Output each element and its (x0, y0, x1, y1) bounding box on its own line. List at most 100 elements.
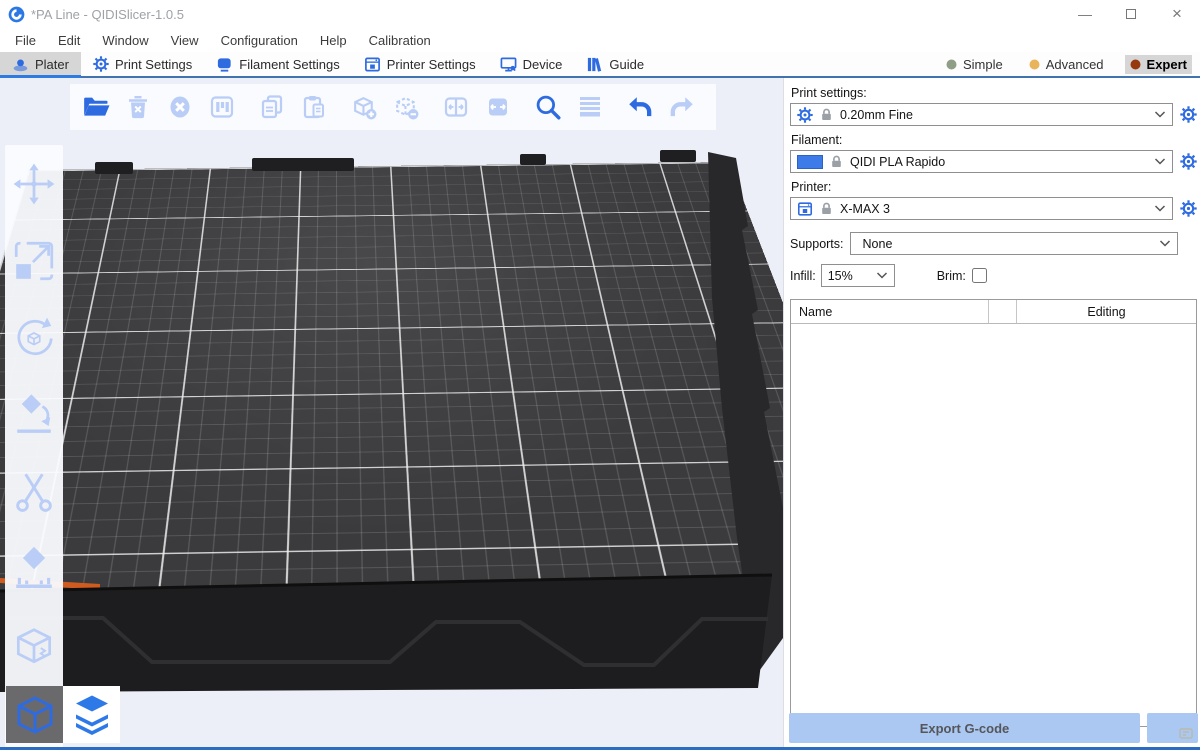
infill-combo[interactable]: 15% (821, 264, 895, 287)
filament-icon (216, 56, 233, 73)
split-parts-icon (485, 94, 511, 120)
tab-printer-settings[interactable]: Printer Settings (352, 52, 488, 76)
mode-expert[interactable]: Expert (1125, 55, 1192, 74)
support-paint-icon (11, 546, 57, 592)
supports-value: None (857, 237, 1153, 251)
chevron-down-icon (876, 272, 888, 279)
add-instance-button[interactable] (346, 87, 382, 127)
add-instance-icon (351, 94, 378, 121)
maximize-button[interactable] (1108, 0, 1154, 28)
split-parts-button[interactable] (480, 87, 516, 127)
mode-simple[interactable]: Simple (941, 55, 1008, 74)
cut-icon (11, 469, 57, 515)
tab-device[interactable]: Device (488, 52, 575, 76)
menu-window[interactable]: Window (91, 31, 159, 50)
tab-label: Guide (609, 57, 644, 72)
rotate-tool-button[interactable] (6, 299, 62, 376)
copy-icon (259, 94, 285, 120)
tab-label: Filament Settings (239, 57, 339, 72)
filament-label: Filament: (791, 133, 1198, 147)
supports-label: Supports: (790, 237, 844, 251)
menu-view[interactable]: View (160, 31, 210, 50)
print-settings-combo[interactable]: 0.20mm Fine (790, 103, 1173, 126)
supports-combo[interactable]: None (850, 232, 1178, 255)
3d-viewport[interactable] (0, 78, 783, 747)
printer-label: Printer: (791, 180, 1198, 194)
mode-switcher: Simple Advanced Expert (941, 52, 1200, 76)
cut-tool-button[interactable] (6, 453, 62, 530)
printer-gear-button[interactable] (1178, 199, 1198, 219)
gizmo-toolbar (5, 145, 63, 747)
variable-layer-height-button[interactable] (572, 87, 608, 127)
undo-icon (626, 94, 654, 120)
split-objects-button[interactable] (438, 87, 474, 127)
tab-plater[interactable]: Plater (0, 52, 81, 76)
export-gcode-button[interactable]: Export G-code (789, 713, 1140, 743)
printer-value: X-MAX 3 (840, 202, 1148, 216)
tab-label: Printer Settings (387, 57, 476, 72)
filament-gear-button[interactable] (1178, 152, 1198, 172)
menu-help[interactable]: Help (309, 31, 358, 50)
mode-expert-dot-icon (1130, 59, 1141, 70)
mode-advanced-dot-icon (1029, 59, 1040, 70)
paste-button[interactable] (296, 87, 332, 127)
search-icon (534, 93, 562, 121)
minimize-button[interactable]: — (1062, 0, 1108, 28)
place-on-face-icon (11, 392, 57, 438)
plater-toolbar (70, 84, 716, 130)
preview-layers-view-button[interactable] (63, 686, 120, 743)
filament-combo[interactable]: QIDI PLA Rapido (790, 150, 1173, 173)
copy-button[interactable] (254, 87, 290, 127)
gear-icon (1180, 200, 1197, 217)
arrange-button[interactable] (204, 87, 240, 127)
filament-color-swatch (797, 155, 823, 169)
printer-combo[interactable]: X-MAX 3 (790, 197, 1173, 220)
menu-calibration[interactable]: Calibration (358, 31, 442, 50)
seam-tool-button[interactable] (6, 607, 62, 684)
column-name[interactable]: Name (791, 300, 989, 323)
column-extruder[interactable] (989, 300, 1017, 323)
editor-3d-view-button[interactable] (6, 686, 63, 743)
open-button[interactable] (78, 87, 114, 127)
infill-value: 15% (828, 269, 870, 283)
tab-guide[interactable]: Guide (574, 52, 656, 76)
remove-instance-icon (393, 94, 420, 121)
sd-card-icon (1179, 728, 1193, 739)
scale-tool-button[interactable] (6, 222, 62, 299)
tab-filament-settings[interactable]: Filament Settings (204, 52, 351, 76)
menu-configuration[interactable]: Configuration (210, 31, 309, 50)
move-tool-button[interactable] (6, 145, 62, 222)
chevron-down-icon (1154, 111, 1166, 118)
menu-file[interactable]: File (4, 31, 47, 50)
search-button[interactable] (530, 87, 566, 127)
object-list-body[interactable] (791, 324, 1196, 726)
undo-button[interactable] (622, 87, 658, 127)
qidislicer-window: *PA Line - QIDISlicer-1.0.5 — × File Edi… (0, 0, 1200, 750)
delete-all-button[interactable] (162, 87, 198, 127)
lock-icon (819, 107, 834, 122)
mode-advanced[interactable]: Advanced (1024, 55, 1109, 74)
delete-icon (125, 94, 151, 120)
support-paint-tool-button[interactable] (6, 530, 62, 607)
tab-print-settings[interactable]: Print Settings (81, 52, 204, 76)
preview-layers-icon (70, 693, 114, 737)
object-list-header: Name Editing (791, 300, 1196, 324)
maximize-icon (1126, 9, 1136, 19)
column-editing[interactable]: Editing (1017, 300, 1196, 323)
lock-icon (829, 154, 844, 169)
open-icon (82, 94, 110, 120)
remove-instance-button[interactable] (388, 87, 424, 127)
export-to-sd-button[interactable] (1147, 713, 1198, 743)
print-settings-gear-button[interactable] (1178, 105, 1198, 125)
redo-button[interactable] (664, 87, 700, 127)
menu-edit[interactable]: Edit (47, 31, 91, 50)
app-logo-icon (8, 6, 25, 23)
delete-button[interactable] (120, 87, 156, 127)
close-button[interactable]: × (1154, 0, 1200, 28)
window-title: *PA Line - QIDISlicer-1.0.5 (31, 7, 184, 22)
infill-label: Infill: (790, 269, 816, 283)
view-toggles (6, 686, 120, 743)
brim-checkbox[interactable] (972, 268, 987, 283)
redo-icon (668, 94, 696, 120)
place-on-face-tool-button[interactable] (6, 376, 62, 453)
